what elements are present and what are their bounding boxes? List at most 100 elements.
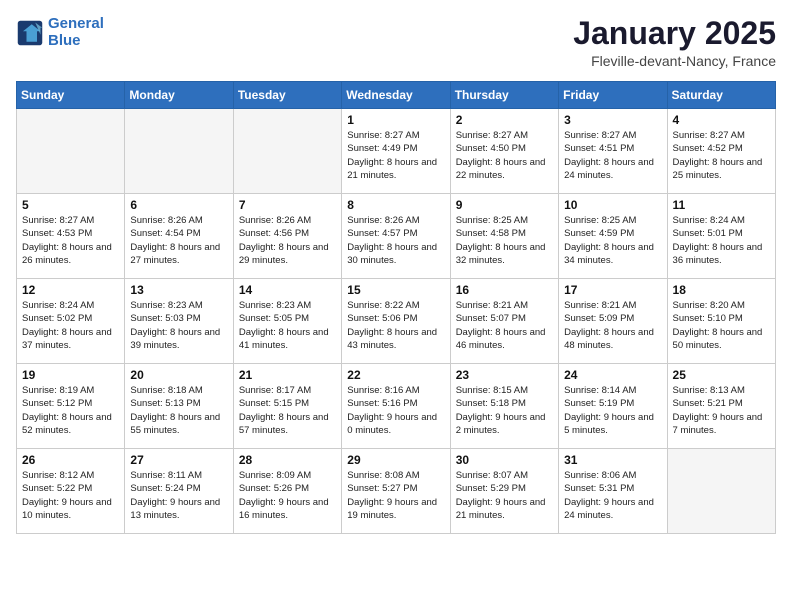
logo: General Blue [16,16,104,49]
day-number: 26 [22,453,119,467]
day-number: 21 [239,368,336,382]
day-info: Sunrise: 8:07 AM Sunset: 5:29 PM Dayligh… [456,469,553,522]
calendar-day: 6 Sunrise: 8:26 AM Sunset: 4:54 PM Daylig… [125,194,233,279]
day-number: 7 [239,198,336,212]
header: General Blue January 2025 Fleville-devan… [16,16,776,69]
logo-icon [16,19,44,47]
day-number: 27 [130,453,227,467]
weekday-header-cell: Monday [125,82,233,109]
day-info: Sunrise: 8:13 AM Sunset: 5:21 PM Dayligh… [673,384,770,437]
day-info: Sunrise: 8:27 AM Sunset: 4:52 PM Dayligh… [673,129,770,182]
day-number: 14 [239,283,336,297]
calendar-day: 19 Sunrise: 8:19 AM Sunset: 5:12 PM Dayli… [17,364,125,449]
day-info: Sunrise: 8:22 AM Sunset: 5:06 PM Dayligh… [347,299,444,352]
day-info: Sunrise: 8:24 AM Sunset: 5:02 PM Dayligh… [22,299,119,352]
day-number: 11 [673,198,770,212]
calendar-day: 5 Sunrise: 8:27 AM Sunset: 4:53 PM Daylig… [17,194,125,279]
calendar-day: 17 Sunrise: 8:21 AM Sunset: 5:09 PM Dayli… [559,279,667,364]
calendar-day [233,109,341,194]
calendar-day: 9 Sunrise: 8:25 AM Sunset: 4:58 PM Daylig… [450,194,558,279]
day-info: Sunrise: 8:26 AM Sunset: 4:57 PM Dayligh… [347,214,444,267]
calendar-day: 29 Sunrise: 8:08 AM Sunset: 5:27 PM Dayli… [342,449,450,534]
day-number: 22 [347,368,444,382]
day-info: Sunrise: 8:27 AM Sunset: 4:50 PM Dayligh… [456,129,553,182]
calendar-day: 25 Sunrise: 8:13 AM Sunset: 5:21 PM Dayli… [667,364,775,449]
calendar-day: 30 Sunrise: 8:07 AM Sunset: 5:29 PM Dayli… [450,449,558,534]
weekday-header-cell: Tuesday [233,82,341,109]
day-info: Sunrise: 8:26 AM Sunset: 4:54 PM Dayligh… [130,214,227,267]
day-number: 13 [130,283,227,297]
calendar-day: 8 Sunrise: 8:26 AM Sunset: 4:57 PM Daylig… [342,194,450,279]
weekday-header-cell: Wednesday [342,82,450,109]
day-info: Sunrise: 8:25 AM Sunset: 4:59 PM Dayligh… [564,214,661,267]
day-info: Sunrise: 8:25 AM Sunset: 4:58 PM Dayligh… [456,214,553,267]
weekday-header-cell: Sunday [17,82,125,109]
day-number: 16 [456,283,553,297]
day-info: Sunrise: 8:08 AM Sunset: 5:27 PM Dayligh… [347,469,444,522]
day-number: 12 [22,283,119,297]
day-number: 19 [22,368,119,382]
week-row: 5 Sunrise: 8:27 AM Sunset: 4:53 PM Daylig… [17,194,776,279]
day-number: 29 [347,453,444,467]
calendar-day: 18Sunrise: 8:20 AM Sunset: 5:10 PM Dayli… [667,279,775,364]
weekday-header-cell: Friday [559,82,667,109]
calendar-day [17,109,125,194]
day-number: 18 [673,283,770,297]
day-info: Sunrise: 8:21 AM Sunset: 5:07 PM Dayligh… [456,299,553,352]
calendar-day [667,449,775,534]
week-row: 19 Sunrise: 8:19 AM Sunset: 5:12 PM Dayli… [17,364,776,449]
day-number: 23 [456,368,553,382]
day-info: Sunrise: 8:15 AM Sunset: 5:18 PM Dayligh… [456,384,553,437]
day-info: Sunrise: 8:27 AM Sunset: 4:53 PM Dayligh… [22,214,119,267]
day-number: 5 [22,198,119,212]
week-row: 26Sunrise: 8:12 AM Sunset: 5:22 PM Dayli… [17,449,776,534]
day-number: 15 [347,283,444,297]
weekday-header: SundayMondayTuesdayWednesdayThursdayFrid… [17,82,776,109]
weekday-header-cell: Saturday [667,82,775,109]
day-number: 1 [347,113,444,127]
day-number: 9 [456,198,553,212]
day-info: Sunrise: 8:16 AM Sunset: 5:16 PM Dayligh… [347,384,444,437]
day-number: 30 [456,453,553,467]
calendar-day: 27 Sunrise: 8:11 AM Sunset: 5:24 PM Dayli… [125,449,233,534]
day-number: 3 [564,113,661,127]
title-area: January 2025 Fleville-devant-Nancy, Fran… [573,16,776,69]
day-info: Sunrise: 8:14 AM Sunset: 5:19 PM Dayligh… [564,384,661,437]
day-number: 20 [130,368,227,382]
day-number: 17 [564,283,661,297]
calendar-day: 24 Sunrise: 8:14 AM Sunset: 5:19 PM Dayli… [559,364,667,449]
calendar-day: 15 Sunrise: 8:22 AM Sunset: 5:06 PM Dayli… [342,279,450,364]
calendar: SundayMondayTuesdayWednesdayThursdayFrid… [16,81,776,534]
calendar-day: 7Sunrise: 8:26 AM Sunset: 4:56 PM Daylig… [233,194,341,279]
day-info: Sunrise: 8:19 AM Sunset: 5:12 PM Dayligh… [22,384,119,437]
day-info: Sunrise: 8:21 AM Sunset: 5:09 PM Dayligh… [564,299,661,352]
calendar-body: 1 Sunrise: 8:27 AM Sunset: 4:49 PM Daylig… [17,109,776,534]
day-number: 10 [564,198,661,212]
calendar-day: 2 Sunrise: 8:27 AM Sunset: 4:50 PM Daylig… [450,109,558,194]
day-info: Sunrise: 8:09 AM Sunset: 5:26 PM Dayligh… [239,469,336,522]
day-number: 24 [564,368,661,382]
calendar-day: 13Sunrise: 8:23 AM Sunset: 5:03 PM Dayli… [125,279,233,364]
day-number: 2 [456,113,553,127]
day-number: 4 [673,113,770,127]
calendar-day: 28 Sunrise: 8:09 AM Sunset: 5:26 PM Dayli… [233,449,341,534]
day-info: Sunrise: 8:27 AM Sunset: 4:49 PM Dayligh… [347,129,444,182]
logo-text: General Blue [48,16,104,49]
location-title: Fleville-devant-Nancy, France [573,53,776,69]
calendar-day: 20Sunrise: 8:18 AM Sunset: 5:13 PM Dayli… [125,364,233,449]
day-info: Sunrise: 8:27 AM Sunset: 4:51 PM Dayligh… [564,129,661,182]
calendar-day: 16 Sunrise: 8:21 AM Sunset: 5:07 PM Dayli… [450,279,558,364]
calendar-day: 10 Sunrise: 8:25 AM Sunset: 4:59 PM Dayli… [559,194,667,279]
day-number: 25 [673,368,770,382]
day-number: 8 [347,198,444,212]
day-number: 28 [239,453,336,467]
calendar-day: 14Sunrise: 8:23 AM Sunset: 5:05 PM Dayli… [233,279,341,364]
calendar-day: 22 Sunrise: 8:16 AM Sunset: 5:16 PM Dayli… [342,364,450,449]
calendar-day: 26Sunrise: 8:12 AM Sunset: 5:22 PM Dayli… [17,449,125,534]
calendar-day: 3 Sunrise: 8:27 AM Sunset: 4:51 PM Daylig… [559,109,667,194]
calendar-day: 12 Sunrise: 8:24 AM Sunset: 5:02 PM Dayli… [17,279,125,364]
calendar-day: 31Sunrise: 8:06 AM Sunset: 5:31 PM Dayli… [559,449,667,534]
day-number: 6 [130,198,227,212]
week-row: 12 Sunrise: 8:24 AM Sunset: 5:02 PM Dayli… [17,279,776,364]
day-info: Sunrise: 8:11 AM Sunset: 5:24 PM Dayligh… [130,469,227,522]
